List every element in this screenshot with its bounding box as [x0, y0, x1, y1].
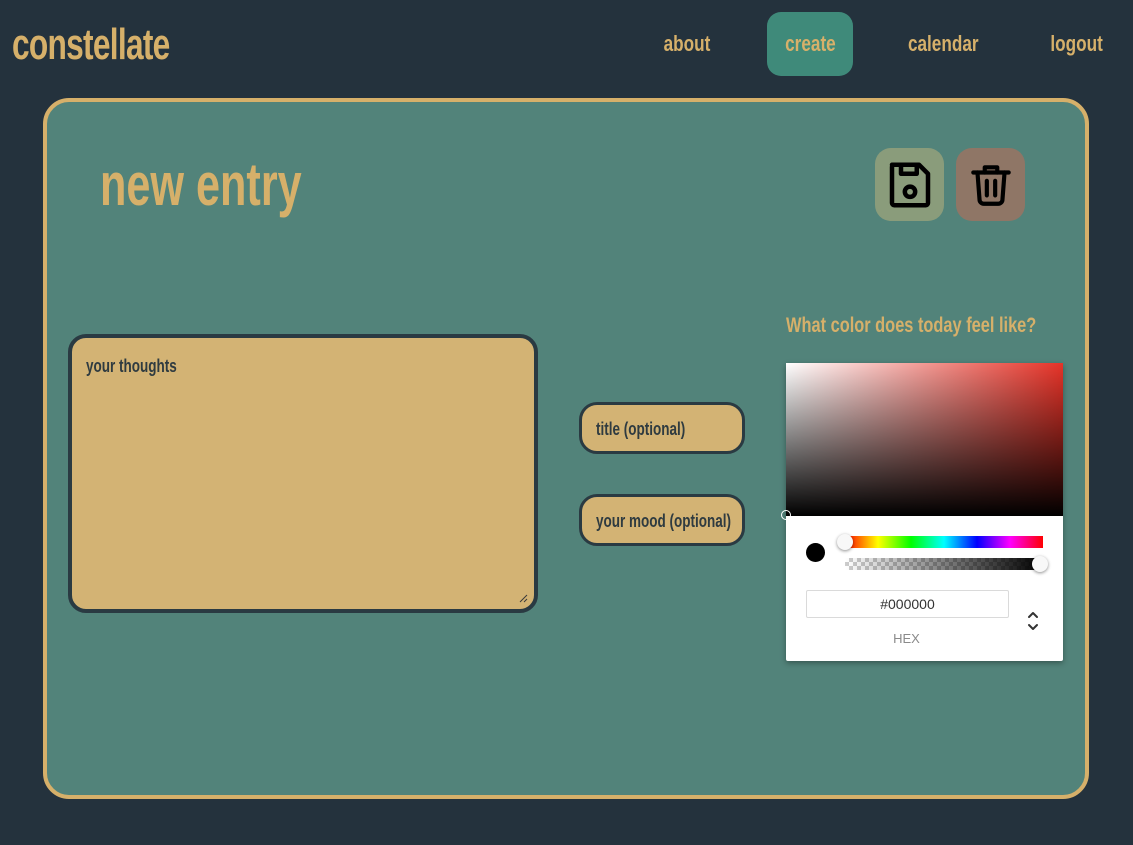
nav-create[interactable]: create: [767, 12, 853, 76]
page-title: new entry: [100, 151, 302, 218]
nav-calendar[interactable]: calendar: [895, 12, 991, 76]
resize-handle-icon[interactable]: [518, 593, 528, 603]
hue-slider[interactable]: [845, 536, 1043, 548]
delete-button[interactable]: [956, 148, 1025, 221]
hex-format-label: HEX: [893, 631, 920, 646]
nav-create-label: create: [784, 31, 836, 56]
hex-input[interactable]: #000000: [806, 590, 1009, 618]
color-picker: #000000 HEX: [781, 363, 1063, 661]
saturation-area[interactable]: [786, 363, 1063, 516]
mood-placeholder: your mood (optional): [596, 511, 731, 531]
floppy-disk-icon: [889, 162, 930, 207]
thoughts-placeholder: your thoughts: [86, 356, 177, 376]
nav-logout-label: logout: [1050, 31, 1104, 56]
hue-slider-knob[interactable]: [837, 534, 853, 550]
title-input[interactable]: title (optional): [579, 402, 745, 454]
alpha-slider[interactable]: [845, 558, 1043, 570]
nav-about[interactable]: about: [645, 12, 729, 76]
app-logo[interactable]: constellate: [12, 20, 170, 70]
trash-icon: [970, 164, 1011, 206]
nav-calendar-label: calendar: [907, 31, 979, 56]
save-button[interactable]: [875, 148, 944, 221]
nav-logout[interactable]: logout: [1033, 12, 1121, 76]
title-placeholder: title (optional): [596, 419, 686, 439]
mood-input[interactable]: your mood (optional): [579, 494, 745, 546]
color-question: What color does today feel like?: [786, 314, 1037, 337]
color-swatch: [806, 543, 825, 562]
saturation-handle[interactable]: [781, 510, 791, 520]
nav-about-label: about: [663, 31, 711, 56]
thoughts-textarea[interactable]: your thoughts: [68, 334, 538, 613]
alpha-slider-knob[interactable]: [1032, 556, 1048, 572]
format-toggle-icon[interactable]: [1024, 608, 1042, 634]
